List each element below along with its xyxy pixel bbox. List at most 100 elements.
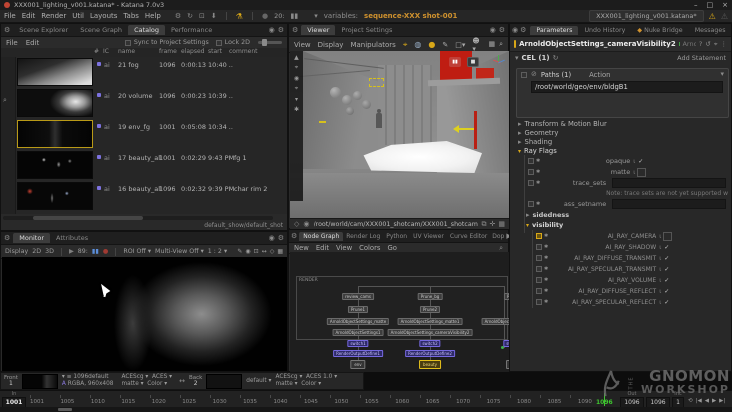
minimize-button[interactable]: – xyxy=(694,1,698,9)
graph-node[interactable]: review_cams xyxy=(342,293,374,300)
camera-path-field[interactable]: /root/world/cam/XXX001_shotcam/XXX001_sh… xyxy=(314,221,478,228)
catalog-row[interactable]: ai 19 env_fg 1001 0:05:08 10:34 .. xyxy=(1,119,287,150)
tab-attributes[interactable]: Attributes xyxy=(50,233,94,243)
extra-tool-icon[interactable]: ✱ xyxy=(290,106,303,113)
ng-menu-new[interactable]: New xyxy=(294,244,309,252)
eye-icon[interactable]: ◉ xyxy=(245,248,250,255)
param-enable-checkbox[interactable] xyxy=(536,255,542,261)
cone-tool-icon[interactable]: ▾ xyxy=(290,96,303,103)
edited-node-name[interactable]: ArnoldObjectSettings_cameraVisibility2 xyxy=(519,40,676,48)
light-create-icon[interactable]: ⌖ xyxy=(290,85,303,93)
tab-curve-editor[interactable]: Curve Editor xyxy=(447,232,490,241)
center-icon[interactable]: ✛ xyxy=(490,220,496,228)
manipulators-menu[interactable]: Manipulators xyxy=(350,41,395,49)
refresh-icon[interactable]: ↻ xyxy=(187,12,193,20)
menu-tabs[interactable]: Tabs xyxy=(123,12,139,20)
graph-node-renderoutput[interactable]: RenderOutputDefine2 xyxy=(405,350,455,357)
view-menu[interactable]: View xyxy=(294,41,311,49)
monitor-image[interactable] xyxy=(2,257,287,371)
trace-sets-input[interactable] xyxy=(612,178,727,188)
timeline-scrollbar[interactable] xyxy=(0,407,732,412)
param-enable-checkbox[interactable] xyxy=(536,288,542,294)
sync-checkbox[interactable] xyxy=(124,39,131,46)
menu-render[interactable]: Render xyxy=(41,12,66,20)
fit-icon[interactable]: ⊡ xyxy=(254,248,259,255)
gear-icon[interactable]: ⚙ xyxy=(4,234,10,242)
cel-refresh-icon[interactable]: ↻ xyxy=(553,54,559,62)
multiview-dropdown[interactable]: Multi-View Off ▾ xyxy=(155,248,204,255)
paths-label[interactable]: Paths (1) xyxy=(541,71,571,79)
timeline-ruler[interactable]: 1001 1005 1010 1015 1020 1025 1030 1035 … xyxy=(30,395,592,407)
tab-python[interactable]: Python xyxy=(383,232,410,241)
display-menu[interactable]: Display xyxy=(318,41,344,49)
front-buffer-thumbnail[interactable] xyxy=(21,373,58,389)
graph-node[interactable]: ArnoldObjectSettings1 xyxy=(332,329,384,336)
ng-menu-view[interactable]: View xyxy=(336,244,352,252)
pin-icon[interactable]: ⌖ xyxy=(714,40,718,49)
display-menu[interactable]: Display xyxy=(5,248,28,255)
tab-node-graph[interactable]: Node Graph xyxy=(299,231,344,241)
graph-node[interactable]: Prune_bg xyxy=(417,293,443,300)
select-tool-icon[interactable]: ▶ xyxy=(293,51,300,64)
manipulator-arrow-head[interactable] xyxy=(453,125,459,133)
circle-icon[interactable]: ◉ xyxy=(490,26,496,34)
scrollbar-handle[interactable] xyxy=(58,408,72,411)
ratio-dropdown[interactable]: 1 : 2 ▾ xyxy=(208,248,227,255)
expand-icon[interactable]: ⊡ xyxy=(199,12,205,20)
circle-icon[interactable]: ◉ xyxy=(269,234,275,242)
play-render-icon[interactable]: ▶ xyxy=(69,248,74,255)
col-start[interactable]: start xyxy=(208,48,222,55)
world-axis-icon[interactable]: ◍ xyxy=(414,40,421,49)
param-enable-checkbox[interactable] xyxy=(536,299,542,305)
statement-menu-icon[interactable]: ▾ xyxy=(720,71,724,78)
image-menu-icon[interactable]: ▦ xyxy=(277,248,283,255)
pause-render-icon[interactable]: ▮▮ xyxy=(92,248,99,255)
snap-icon[interactable]: ✎ xyxy=(442,41,448,49)
record-icon[interactable]: ● xyxy=(262,12,268,20)
graph-node[interactable]: Prune2 xyxy=(419,306,441,313)
settings-popup-icon[interactable]: ⌕ xyxy=(499,40,503,49)
graph-node[interactable]: Prune1 xyxy=(347,306,369,313)
help-icon[interactable]: ? xyxy=(699,40,702,49)
pause-render-button[interactable]: ▮▮ xyxy=(449,57,461,67)
thumbnail-size-slider[interactable] xyxy=(258,39,282,46)
col-frame[interactable]: frame xyxy=(159,48,177,55)
gear-icon[interactable]: ⚙ xyxy=(292,26,298,34)
tab-uv-viewer[interactable]: UV Viewer xyxy=(410,232,447,241)
ass-setname-input[interactable] xyxy=(612,199,727,209)
tab-viewer[interactable]: Viewer xyxy=(301,25,336,35)
section-shading[interactable]: ▸ Shading xyxy=(518,138,552,146)
swap-buffers-icon[interactable]: ↔ xyxy=(179,377,185,385)
manipulator-arrow[interactable] xyxy=(458,128,474,130)
swap-icon[interactable]: ↔ xyxy=(262,248,267,255)
opaque-checkbox[interactable]: ✓ xyxy=(637,158,644,165)
variables-chevron-icon[interactable]: ▾ xyxy=(314,12,318,20)
tab-monitor[interactable]: Monitor xyxy=(13,233,50,243)
step-forward-button[interactable]: ▶| xyxy=(719,398,725,404)
param-enable-checkbox-edited[interactable] xyxy=(536,233,542,239)
catalog-menu-file[interactable]: File xyxy=(6,39,18,47)
param-enable-checkbox[interactable] xyxy=(528,201,534,207)
back-buffer-thumbnail[interactable] xyxy=(206,373,243,389)
circle-icon[interactable]: ◉ xyxy=(269,26,275,34)
graph-node-edited[interactable]: ArnoldObjectSettings_cameraVisibility2 xyxy=(387,329,473,336)
gear-icon[interactable]: ⚙ xyxy=(291,232,297,240)
catalog-hscrollbar[interactable] xyxy=(3,216,273,220)
tab-scene-graph[interactable]: Scene Graph xyxy=(74,25,128,35)
visibility-checkbox[interactable]: ✓ xyxy=(663,255,670,262)
graph-node-switch[interactable]: switch1 xyxy=(347,340,369,347)
close-button[interactable]: × xyxy=(722,1,728,9)
step-back-button[interactable]: |◀ xyxy=(696,398,702,404)
tab-catalog[interactable]: Catalog xyxy=(128,25,166,35)
rotate-tool-icon[interactable]: ◉ xyxy=(290,75,303,82)
graph-node[interactable]: ArnoldObjectSettings_matte1 xyxy=(397,318,463,325)
section-visibility[interactable]: ▾ visibility xyxy=(526,221,563,229)
menu-help[interactable]: Help xyxy=(145,12,161,20)
mode-2d-button[interactable]: 2D xyxy=(32,248,41,255)
param-enable-checkbox[interactable] xyxy=(528,158,534,164)
col-ic[interactable]: IC xyxy=(103,48,109,55)
graph-node-switch[interactable]: switch2 xyxy=(419,340,441,347)
render-thumbnail[interactable] xyxy=(17,58,93,86)
gear-icon[interactable]: ⚙ xyxy=(278,26,284,34)
col-comment[interactable]: comment xyxy=(229,48,258,55)
